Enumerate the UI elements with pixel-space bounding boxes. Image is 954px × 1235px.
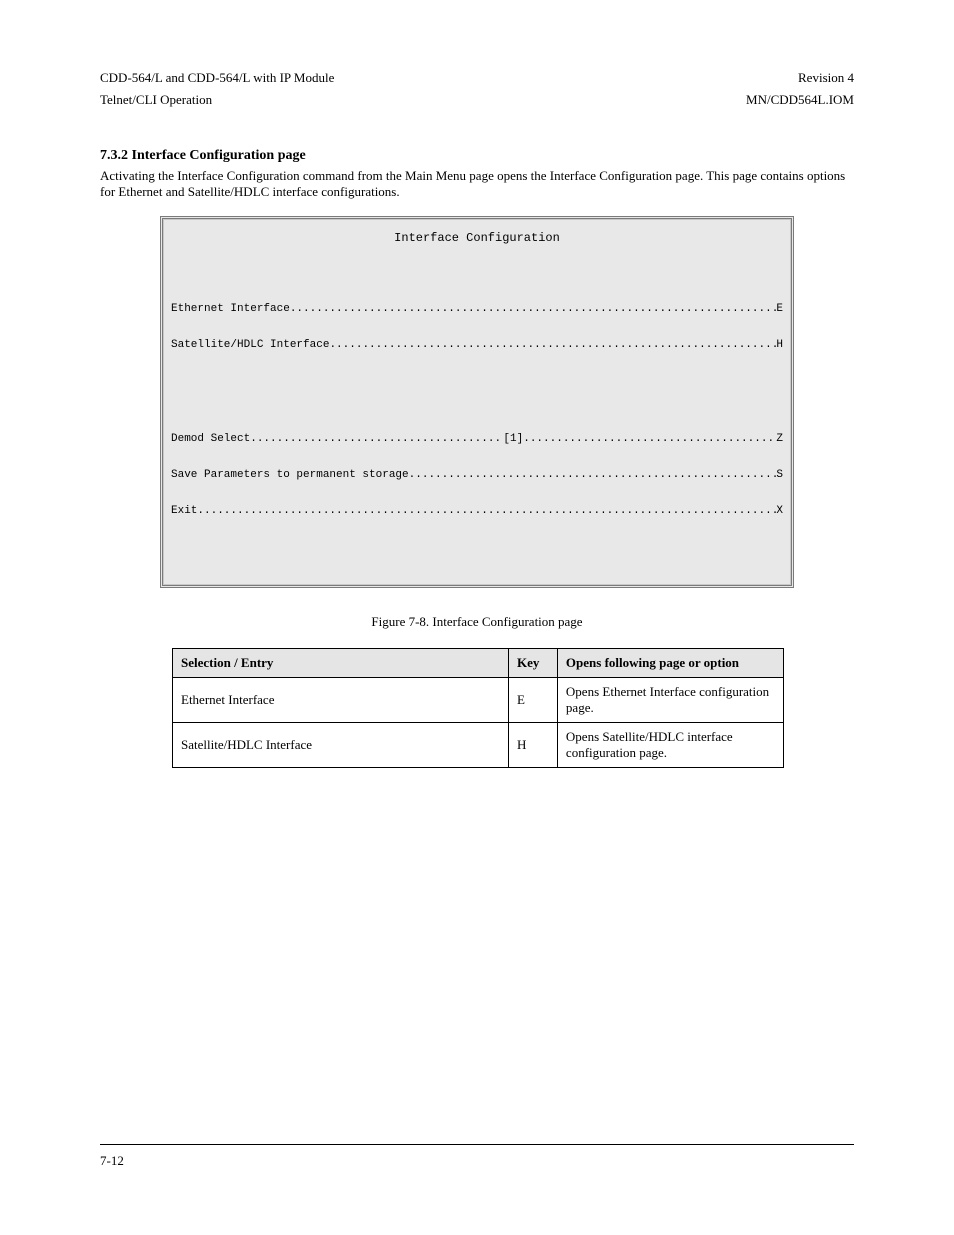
menu-dots [290, 303, 777, 314]
menu-key: X [776, 505, 783, 517]
console-screenshot: Interface Configuration Ethernet Interfa… [160, 216, 794, 588]
menu-key: Z [776, 433, 783, 445]
menu-dots [197, 505, 776, 516]
console-block-1: Ethernet Interface E Satellite/HDLC Inte… [171, 279, 783, 375]
menu-item-satellite-hdlc[interactable]: Satellite/HDLC Interface H [171, 339, 783, 351]
console-title: Interface Configuration [171, 231, 783, 245]
menu-label: Demod Select [171, 433, 250, 445]
menu-dots [329, 339, 776, 350]
menu-label: Satellite/HDLC Interface [171, 339, 329, 351]
console-block-2: Demod Select [1] Z Save Parameters to pe… [171, 409, 783, 541]
running-subheader: Telnet/CLI Operation MN/CDD564L.IOM [100, 92, 854, 108]
menu-label: Ethernet Interface [171, 303, 290, 315]
table-cell-selection: Satellite/HDLC Interface [173, 723, 509, 768]
header-left-top: CDD-564/L and CDD-564/L with IP Module [100, 70, 334, 86]
table-cell-opens: Opens Satellite/HDLC interface configura… [557, 723, 783, 768]
table-header-opens: Opens following page or option [557, 649, 783, 678]
menu-item-demod-select[interactable]: Demod Select [1] Z [171, 433, 783, 445]
table-cell-selection: Ethernet Interface [173, 678, 509, 723]
menu-item-ethernet[interactable]: Ethernet Interface E [171, 303, 783, 315]
console-body: Ethernet Interface E Satellite/HDLC Inte… [171, 255, 783, 575]
table-cell-opens: Opens Ethernet Interface configuration p… [557, 678, 783, 723]
menu-value: [1] [503, 433, 523, 445]
header-right-top: Revision 4 [798, 70, 854, 86]
page-footer: 7-12 [100, 1153, 854, 1169]
menu-item-exit[interactable]: Exit X [171, 505, 783, 517]
table-header-row: Selection / Entry Key Opens following pa… [173, 649, 784, 678]
menu-key: S [776, 469, 783, 481]
table-cell-key: E [509, 678, 558, 723]
section-body: Activating the Interface Configuration c… [100, 168, 854, 200]
menu-key: H [776, 339, 783, 351]
menu-label: Exit [171, 505, 197, 517]
menu-dots [409, 469, 777, 480]
figure-caption: Figure 7-8. Interface Configuration page [100, 614, 854, 630]
table-row: Ethernet Interface E Opens Ethernet Inte… [173, 678, 784, 723]
menu-dots [523, 433, 776, 444]
table-header-key: Key [509, 649, 558, 678]
page-number: 7-12 [100, 1153, 124, 1169]
table-cell-key: H [509, 723, 558, 768]
table-header-selection: Selection / Entry [173, 649, 509, 678]
section-heading: 7.3.2 Interface Configuration page [100, 148, 854, 164]
key-table: Selection / Entry Key Opens following pa… [172, 648, 784, 768]
table-row: Satellite/HDLC Interface H Opens Satelli… [173, 723, 784, 768]
header-left-sub: Telnet/CLI Operation [100, 92, 212, 108]
menu-dots [250, 433, 503, 444]
menu-label: Save Parameters to permanent storage [171, 469, 409, 481]
footer-rule [100, 1144, 854, 1145]
menu-item-save-parameters[interactable]: Save Parameters to permanent storage S [171, 469, 783, 481]
page: CDD-564/L and CDD-564/L with IP Module R… [0, 0, 954, 1235]
running-header: CDD-564/L and CDD-564/L with IP Module R… [100, 70, 854, 86]
menu-key: E [776, 303, 783, 315]
header-right-sub: MN/CDD564L.IOM [746, 92, 854, 108]
